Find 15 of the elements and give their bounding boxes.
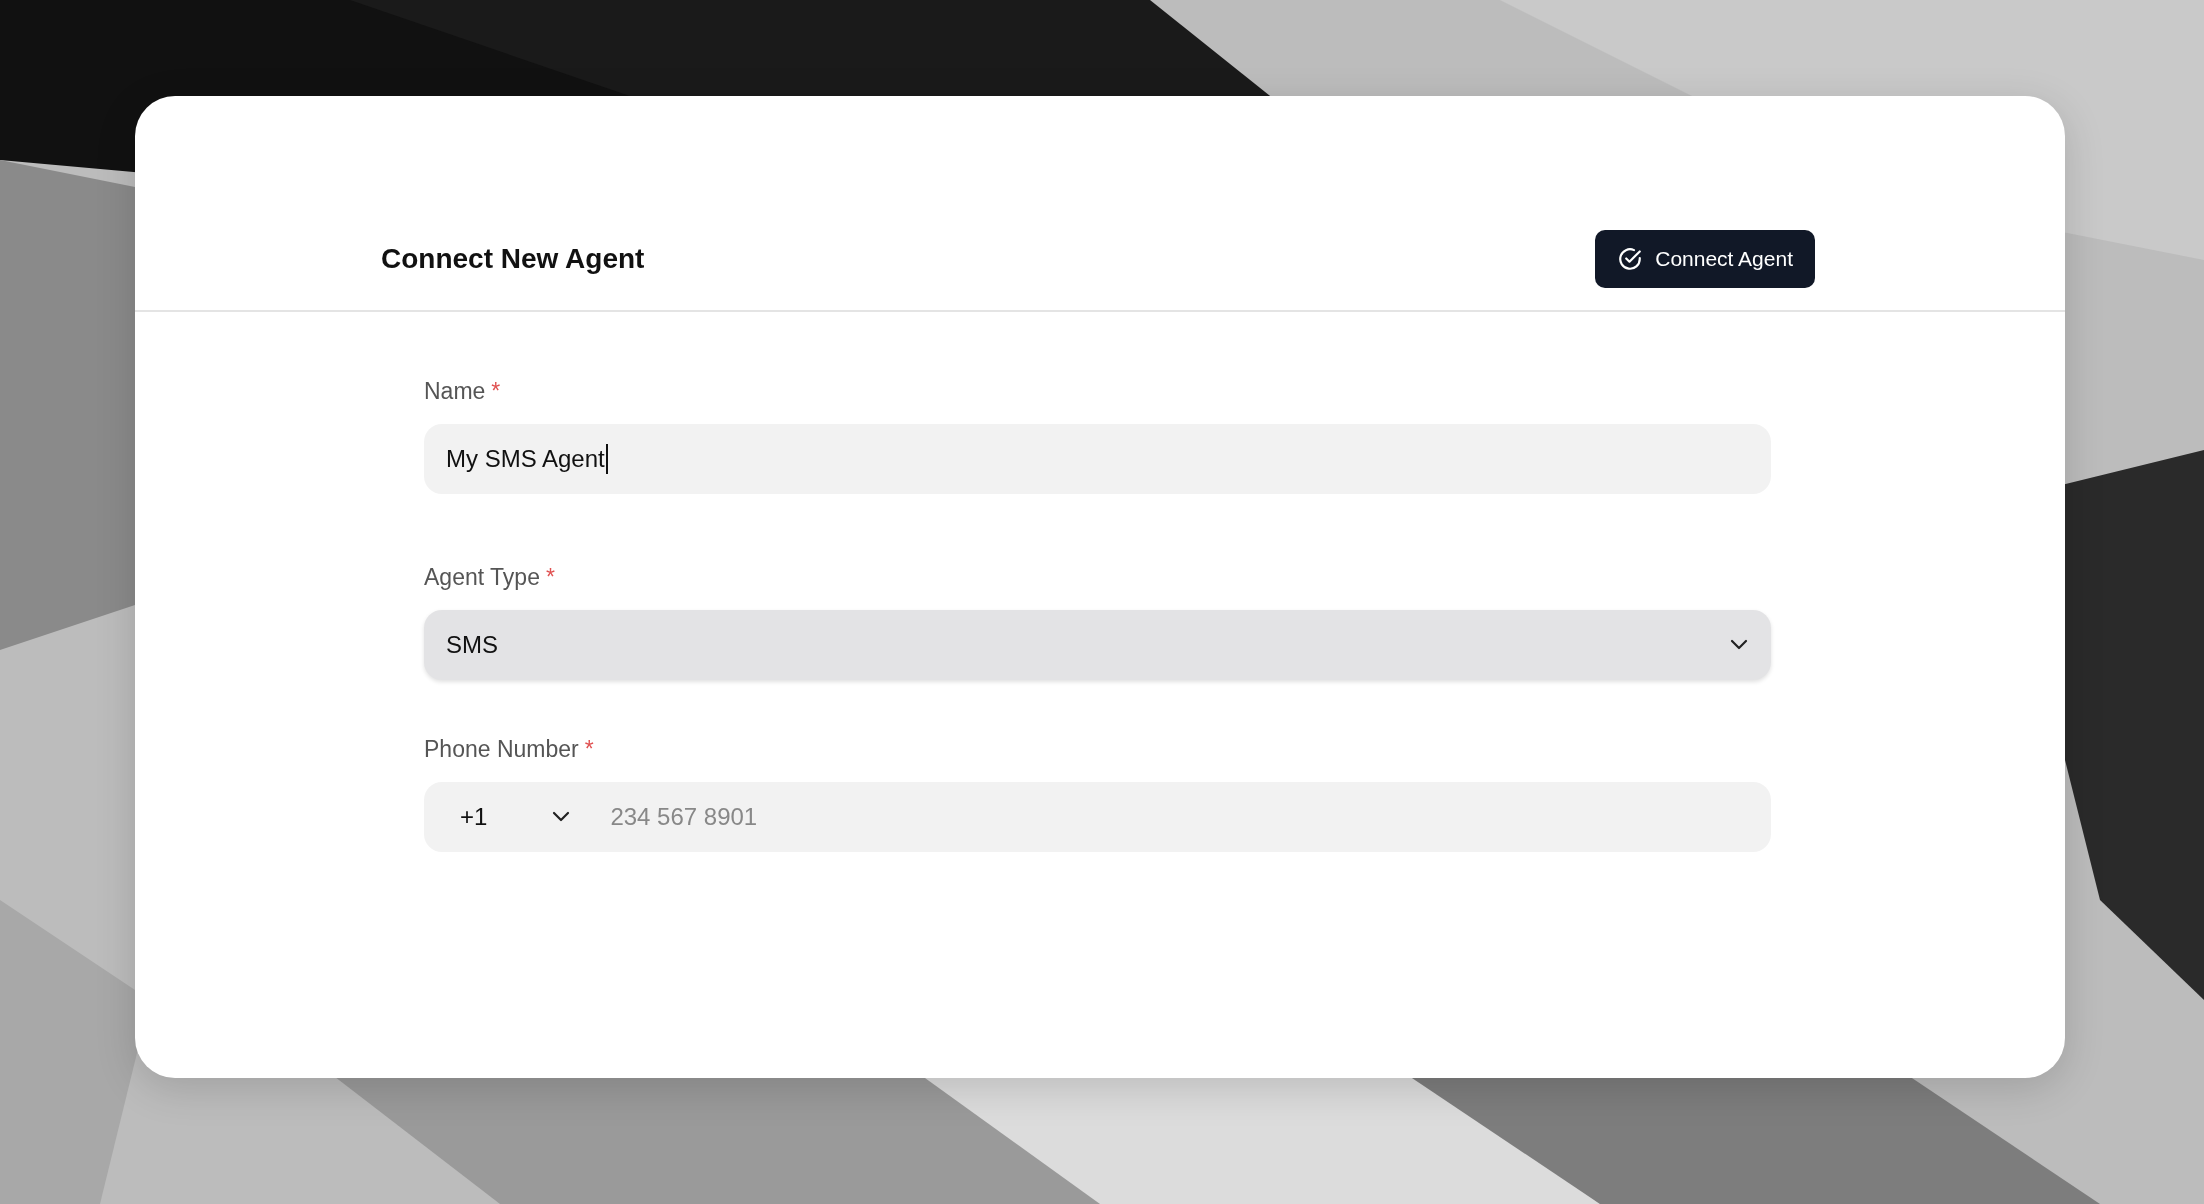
chevron-down-icon xyxy=(1729,639,1749,651)
chevron-down-icon xyxy=(551,811,572,823)
phone-number-field[interactable]: +1 234 567 8901 xyxy=(424,782,1771,852)
required-mark: * xyxy=(584,736,594,762)
check-circle-icon xyxy=(1617,246,1644,272)
country-code-select[interactable]: +1 xyxy=(424,799,609,835)
field-label: Name xyxy=(424,378,486,404)
field-label: Phone Number xyxy=(424,736,579,762)
form-title: Connect New Agent xyxy=(381,242,645,276)
name-input-field[interactable]: My SMS Agent xyxy=(424,424,1771,494)
connect-agent-button[interactable]: Connect Agent xyxy=(1595,230,1815,288)
required-mark: * xyxy=(545,564,555,590)
field-label: Agent Type xyxy=(424,564,540,590)
agent-type-select[interactable]: SMS xyxy=(424,610,1771,680)
required-mark: * xyxy=(491,378,501,404)
